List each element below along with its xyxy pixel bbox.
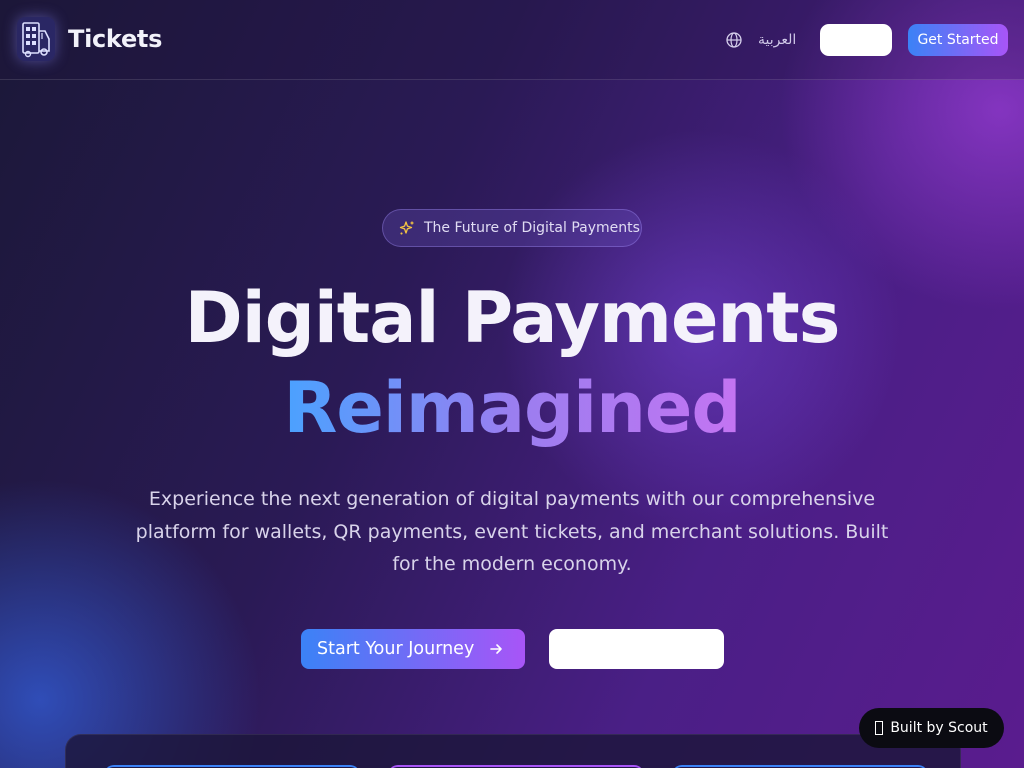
truck-icon: [22, 22, 50, 58]
hero-badge: The Future of Digital Payments: [382, 209, 642, 247]
hero-title-highlight-text: Reimagined: [283, 367, 741, 449]
sign-in-button[interactable]: [820, 24, 892, 56]
built-by-scout-badge[interactable]: Built by Scout: [859, 708, 1004, 748]
scout-label: Built by Scout: [890, 720, 988, 736]
hero-badge-label: The Future of Digital Payments: [424, 220, 640, 236]
start-journey-button[interactable]: Start Your Journey: [301, 629, 525, 669]
top-navbar: Tickets العربية Get Started: [0, 0, 1024, 80]
hero-title-highlight: Reimagined: [0, 366, 1024, 450]
hero-description: Experience the next generation of digita…: [135, 488, 889, 575]
feature-preview-card: [65, 734, 961, 768]
scout-icon: [875, 721, 884, 735]
hero-title: Digital Payments: [184, 277, 841, 359]
sparkles-icon: [399, 221, 414, 235]
secondary-cta-button[interactable]: [549, 629, 724, 669]
brand-name[interactable]: Tickets: [68, 25, 162, 53]
arrow-right-icon: [490, 644, 503, 654]
start-journey-label: Start Your Journey: [317, 639, 475, 659]
globe-icon: [726, 32, 742, 48]
language-label: العربية: [758, 32, 797, 48]
logo[interactable]: [17, 17, 55, 61]
language-switcher[interactable]: العربية: [725, 30, 796, 50]
get-started-button[interactable]: Get Started: [908, 24, 1008, 56]
